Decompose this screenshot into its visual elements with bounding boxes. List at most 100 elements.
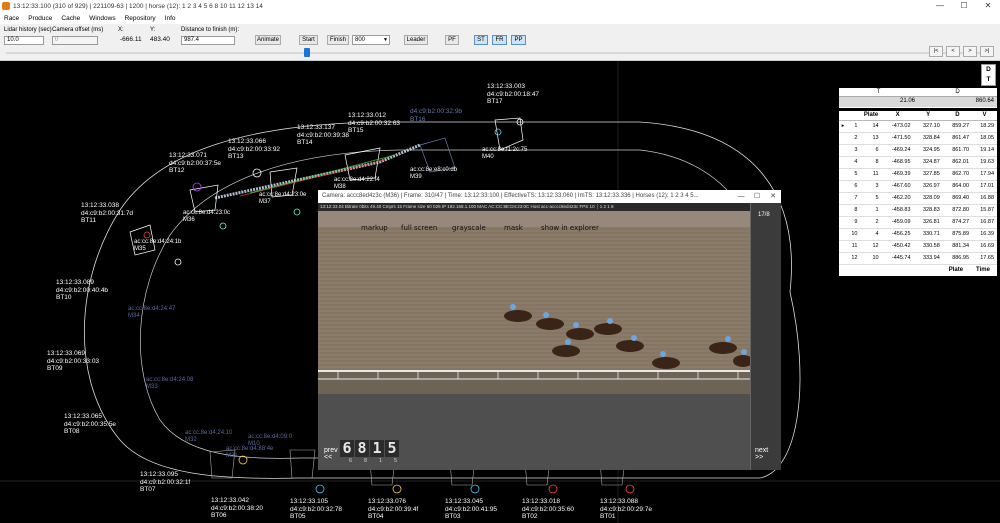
station-bt01[interactable]: 13:12:33.088 d4:c9:b2:00:29:7e BT01: [600, 498, 652, 521]
leader-button[interactable]: Leader: [404, 35, 428, 45]
camera-maximize-button[interactable]: ☐: [749, 190, 765, 203]
column-header-plate[interactable]: Plate: [860, 111, 882, 121]
start-button[interactable]: Start: [299, 35, 318, 45]
finish-button[interactable]: Finish: [327, 35, 349, 45]
maximize-button[interactable]: ☐: [952, 0, 976, 12]
next-frame-button[interactable]: >: [963, 46, 977, 57]
table-row[interactable]: 2 13 -471.50 328.84 861.47 18.05: [839, 132, 997, 145]
fr-toggle[interactable]: FR: [492, 35, 507, 45]
menu-cache[interactable]: Cache: [61, 15, 80, 22]
timeline-slider-thumb[interactable]: [303, 48, 310, 57]
table-row[interactable]: 4 8 -468.95 324.87 862.01 19.63: [839, 156, 997, 169]
marker-m37[interactable]: ac:cc:8e:d4:23:0e M37: [259, 192, 306, 206]
table-row[interactable]: ▸ 1 14 -473.02 327.10 859.27 18.29: [839, 120, 997, 133]
next-button[interactable]: next >>: [755, 447, 768, 461]
lidar-history-input[interactable]: 10.0: [4, 36, 44, 45]
pp-toggle[interactable]: PP: [511, 35, 526, 45]
camera-offset-input[interactable]: 0: [52, 36, 98, 45]
full-screen-menu-item[interactable]: full screen: [401, 224, 437, 232]
marker-m40[interactable]: ac:cc:8e:f1:2c:75 M40: [482, 147, 527, 161]
marker-m35[interactable]: ac:cc:8e:d4:24:1b M35: [134, 239, 181, 253]
distance-input[interactable]: 987.4: [181, 36, 235, 45]
minimize-button[interactable]: —: [928, 0, 952, 12]
first-frame-button[interactable]: |<: [929, 46, 943, 57]
prev-frame-button[interactable]: <: [946, 46, 960, 57]
station-bt04[interactable]: 13:12:33.076 d4:c9:b2:00:39:4f BT04: [368, 498, 418, 521]
table-row[interactable]: 8 1 -458.83 328.83 872.80 15.87: [839, 204, 997, 217]
table-cell: 4: [847, 156, 861, 169]
table-row[interactable]: 9 2 -459.09 326.81 874.27 16.87: [839, 216, 997, 229]
station-bt06[interactable]: 13:12:33.042 d4:c9:b2:00:38:20 BT06: [211, 497, 263, 520]
camera-window[interactable]: Camera: accc8ed4z3c (M36) | Frame: 310/4…: [318, 190, 781, 470]
close-button[interactable]: ✕: [976, 0, 1000, 12]
animate-button[interactable]: Animate: [255, 35, 281, 45]
toolbar: Lidar history (sec) 10.0 Camera offset (…: [0, 24, 1000, 61]
station-bt15[interactable]: 13:12:33.012 d4:c9:b2:00:32:63 BT15: [348, 112, 400, 135]
prev-button[interactable]: prev <<: [324, 447, 338, 461]
markup-menu-item[interactable]: markup: [361, 224, 388, 232]
table-cell: 328.09: [913, 192, 943, 205]
marker-m36[interactable]: ac:cc:8e:d4:23:0c M36: [183, 210, 230, 224]
table-cell: 2: [860, 216, 882, 229]
timeline-slider-track[interactable]: [6, 52, 992, 54]
station-bt13[interactable]: 13:12:33.066 d4:c9:b2:00:33:92 BT13: [228, 138, 280, 161]
table-row[interactable]: 7 5 -462.20 328.09 869.40 16.88: [839, 192, 997, 205]
column-header-d[interactable]: D: [942, 111, 973, 121]
station-bt12[interactable]: 13:12:33.071 d4:c9:b2:00:37:5e BT12: [169, 152, 221, 175]
column-header-y[interactable]: Y: [913, 111, 943, 121]
speed-select[interactable]: 800 ▼: [352, 35, 390, 45]
marker-m39[interactable]: ac:cc:8e:e8:c0:db M39: [410, 167, 457, 181]
menu-repository[interactable]: Repository: [125, 15, 156, 22]
table-cell: 881.34: [942, 240, 973, 253]
camera-video-frame[interactable]: [318, 211, 750, 394]
footer-plate[interactable]: Plate: [942, 264, 973, 276]
table-row[interactable]: 11 12 -450.42 330.58 881.34 16.69: [839, 240, 997, 253]
marker-m10[interactable]: ac:cc:8e:d4:09:0 M10: [248, 434, 292, 448]
st-toggle[interactable]: ST: [474, 35, 488, 45]
station-bt09[interactable]: 13:12:33.069 d4:c9:b2:00:33:03 BT09: [47, 350, 99, 373]
menu-produce[interactable]: Produce: [28, 15, 52, 22]
marker-m31[interactable]: ac:cc:8e:d4:88:4e M31: [226, 446, 273, 460]
marker-m34[interactable]: ac:cc:8e:d4:24:47 M34: [128, 306, 175, 320]
table-cell: -450.42: [881, 240, 914, 253]
table-cell: -469.24: [881, 144, 914, 157]
station-bt02[interactable]: 13:12:33.018 d4:c9:b2:00:35:60 BT02: [522, 498, 574, 521]
grayscale-menu-item[interactable]: grayscale: [452, 224, 486, 232]
station-bt14[interactable]: 13:12:33.137 d4:c9:b2:00:39:38 BT14: [297, 124, 349, 147]
table-row[interactable]: 10 4 -456.25 330.71 875.89 16.39: [839, 228, 997, 241]
station-bt11[interactable]: 13:12:33.038 d4:c9:b2:00:31:7d BT11: [81, 202, 133, 225]
pf-button[interactable]: PF: [445, 35, 459, 45]
mask-menu-item[interactable]: mask: [504, 224, 523, 232]
station-bt17[interactable]: 13:12:33.003 d4:c9:b2:00:18:47 BT17: [487, 83, 539, 106]
row-selector: ▸: [839, 120, 847, 133]
camera-close-button[interactable]: ✕: [765, 190, 781, 203]
show-in-explorer-menu-item[interactable]: show in explorer: [541, 224, 599, 232]
table-row[interactable]: 12 10 -445.74 333.94 886.95 17.65: [839, 252, 997, 265]
station-bt05[interactable]: 13:12:33.105 d4:c9:b2:00:32:78 BT05: [290, 498, 342, 521]
table-cell: 12: [860, 240, 882, 253]
table-cell: 9: [847, 216, 861, 229]
marker-m38[interactable]: ac:cc:8e:d4:22:f4 M38: [334, 177, 380, 191]
table-row[interactable]: 3 6 -469.24 324.95 861.70 19.14: [839, 144, 997, 157]
station-bt16[interactable]: d4:c9:b2:00:32:9b BT16: [410, 108, 462, 123]
footer-time[interactable]: Time: [972, 264, 997, 276]
menu-race[interactable]: Race: [4, 15, 19, 22]
station-bt03[interactable]: 13:12:33.045 d4:c9:b2:00:41:95 BT03: [445, 498, 497, 521]
table-cell: 10: [847, 228, 861, 241]
table-row[interactable]: 6 3 -467.60 326.97 864.00 17.01: [839, 180, 997, 193]
menu-info[interactable]: Info: [165, 15, 176, 22]
column-header-x[interactable]: X: [881, 111, 914, 121]
table-cell: -467.60: [881, 180, 914, 193]
station-bt10[interactable]: 13:12:33.089 d4:c9:b2:00:40:4b BT10: [56, 279, 108, 302]
station-bt07[interactable]: 13:12:33.095 d4:c9:b2:00:32:1f BT07: [140, 471, 190, 494]
last-frame-button[interactable]: >|: [980, 46, 994, 57]
camera-minimize-button[interactable]: —: [733, 190, 749, 203]
marker-m32[interactable]: ac:cc:8e:d4:24:10 M32: [185, 430, 232, 444]
column-header-v[interactable]: V: [972, 111, 997, 121]
menu-windows[interactable]: Windows: [89, 15, 115, 22]
marker-m33[interactable]: ac:cc:8e:d4:24:08 M33: [146, 377, 193, 391]
table-row[interactable]: 5 11 -469.39 327.85 862.70 17.94: [839, 168, 997, 181]
station-bt08[interactable]: 13:12:33.065 d4:c9:b2:00:35:5e BT08: [64, 413, 116, 436]
dt-toggle-button[interactable]: DT: [981, 64, 996, 86]
chevron-down-icon: ▼: [383, 37, 388, 43]
